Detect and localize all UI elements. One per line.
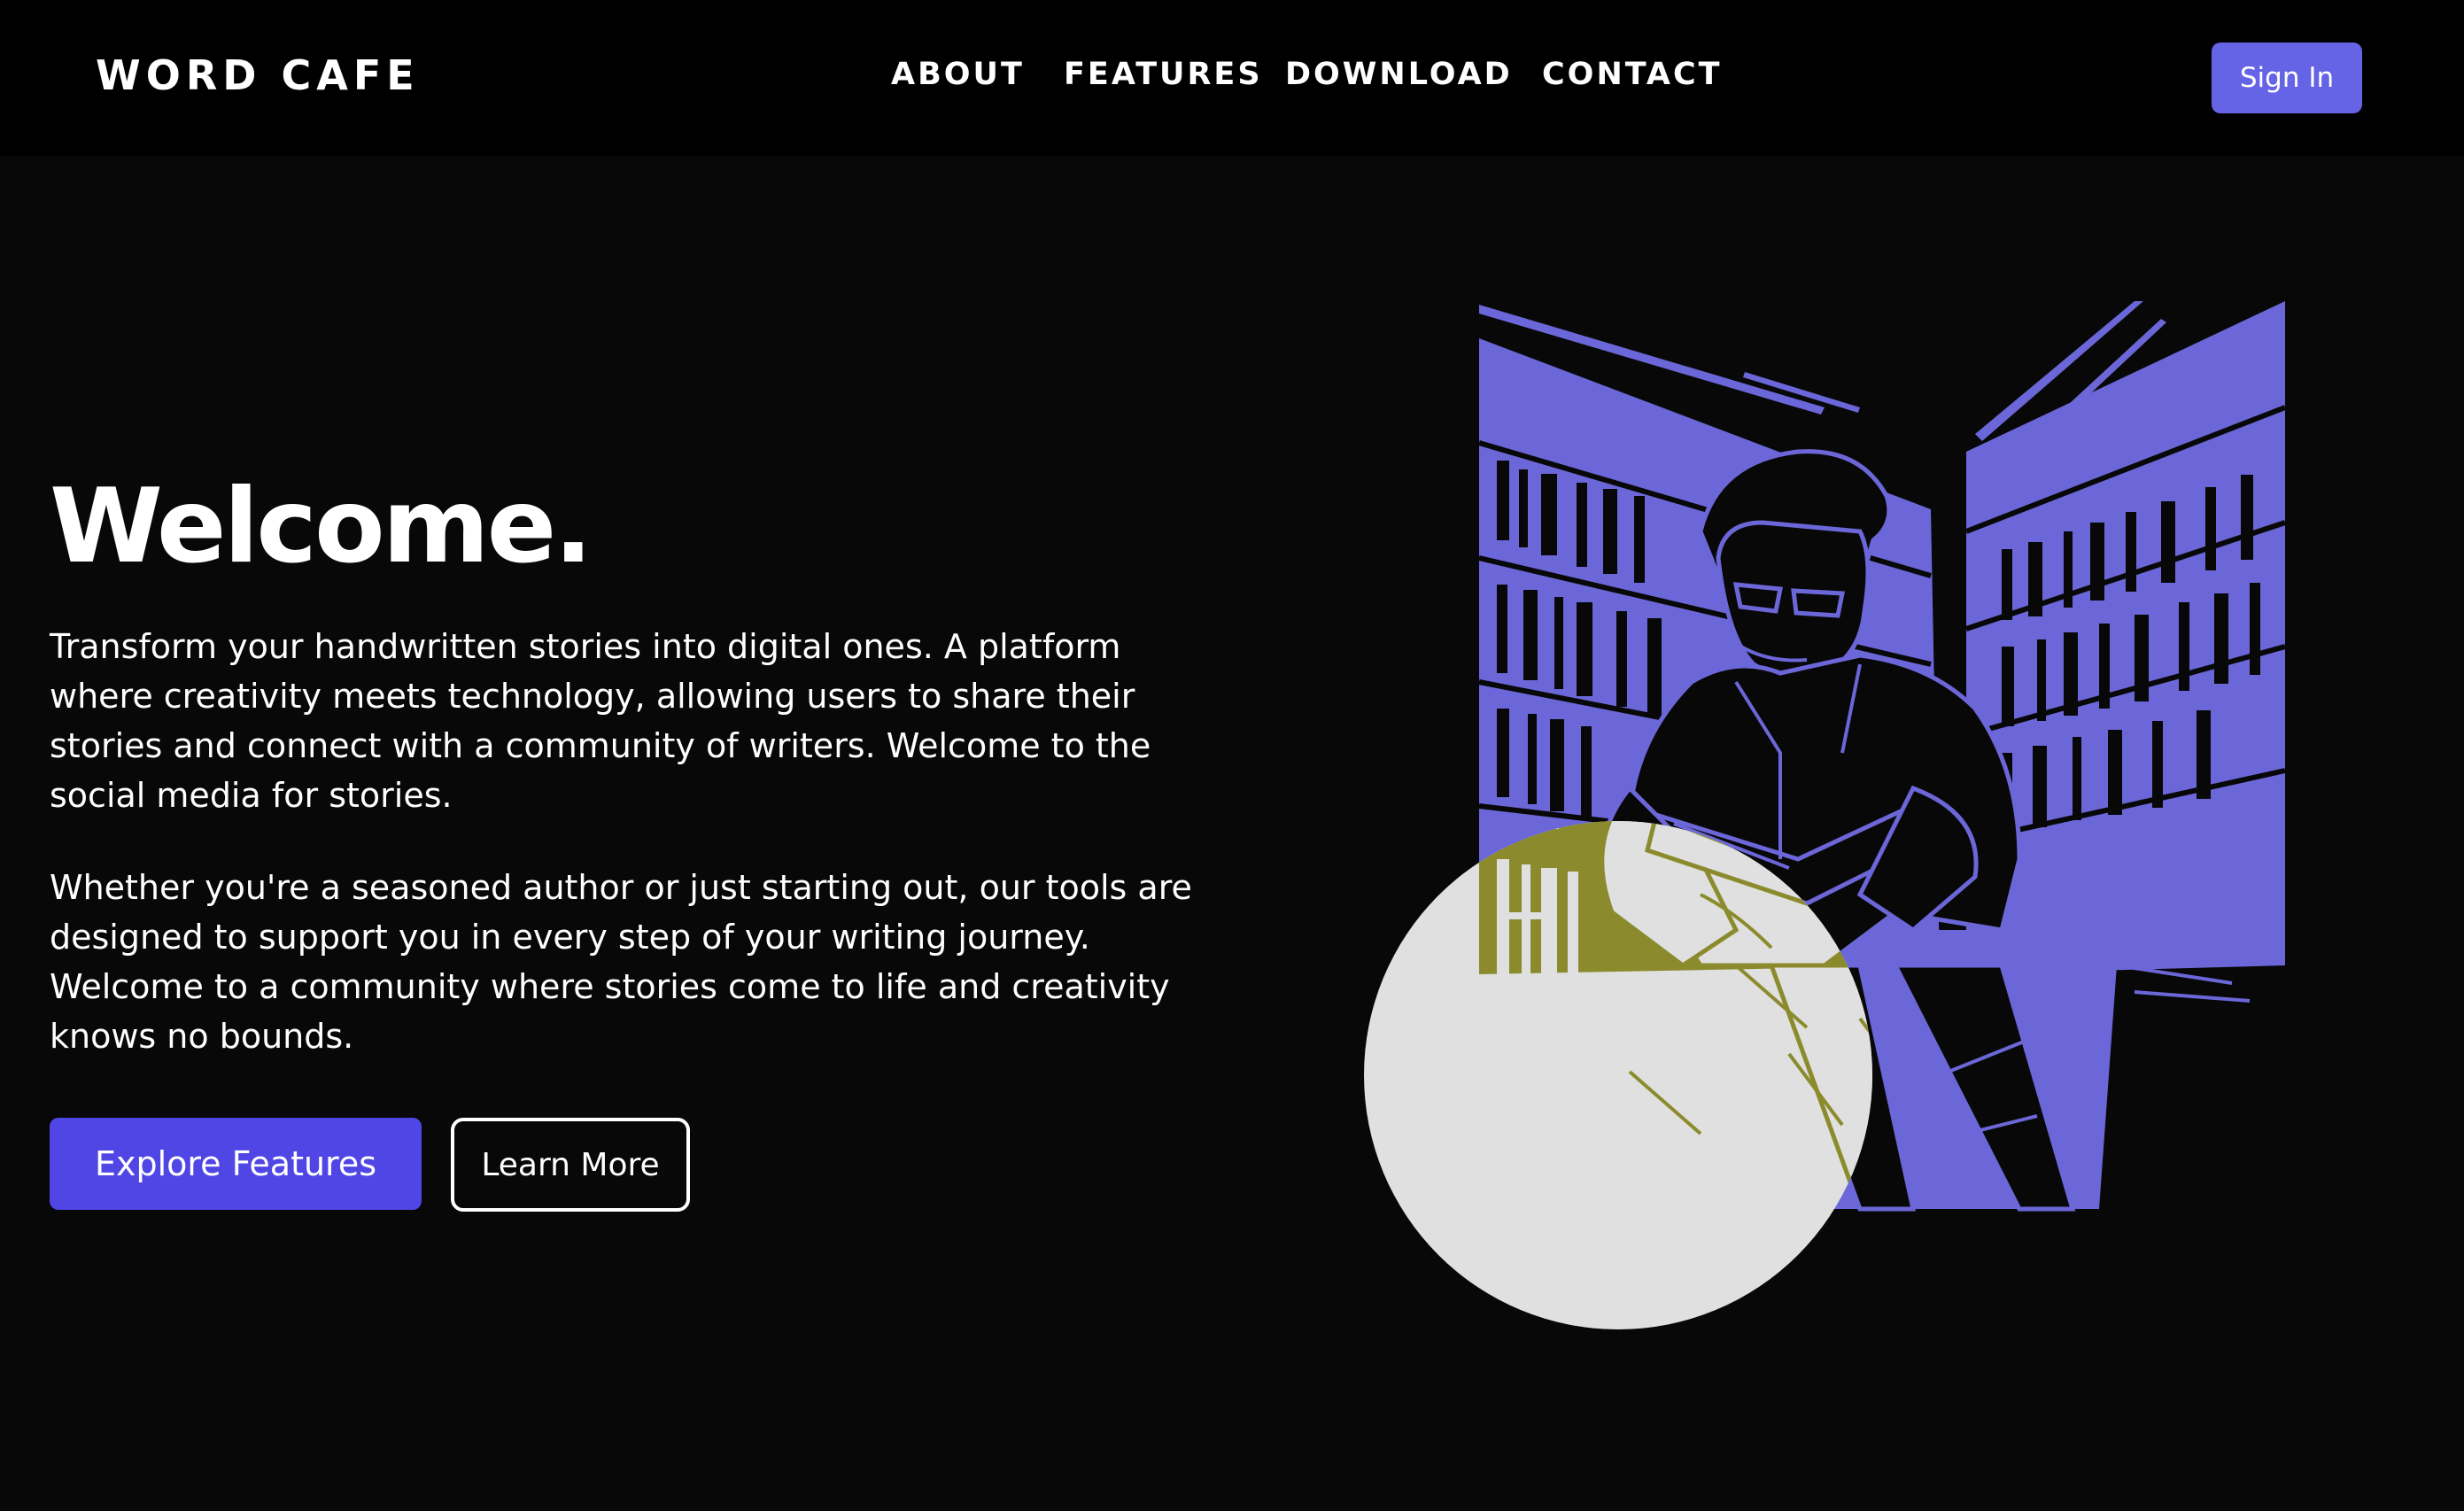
sign-in-button[interactable]: Sign In	[2212, 43, 2362, 113]
hero-paragraph-1: Transform your handwritten stories into …	[50, 627, 1151, 815]
hero-title: Welcome.	[50, 467, 593, 586]
nav-link-contact[interactable]: CONTACT	[1542, 57, 1723, 92]
navbar: WORD CAFE ABOUT FEATURES DOWNLOAD CONTAC…	[0, 0, 2464, 156]
nav-link-features[interactable]: FEATURES	[1064, 57, 1263, 92]
nav-link-about[interactable]: ABOUT	[891, 57, 1025, 92]
nav-link-download[interactable]: DOWNLOAD	[1285, 57, 1513, 92]
explore-features-button[interactable]: Explore Features	[50, 1118, 422, 1210]
nav-links: ABOUT FEATURES DOWNLOAD CONTACT	[0, 57, 2464, 101]
learn-more-button[interactable]: Learn More	[451, 1118, 690, 1212]
library-reader-illustration	[1364, 301, 2287, 1329]
hero-paragraph-2: Whether you're a seasoned author or just…	[50, 868, 1192, 1056]
